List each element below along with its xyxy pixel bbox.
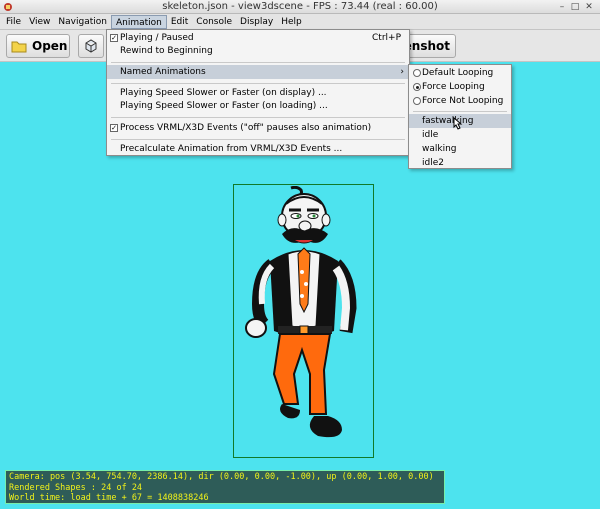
folder-icon — [11, 41, 27, 53]
menu-item-rewind[interactable]: Rewind to Beginning — [107, 44, 409, 58]
menu-help[interactable]: Help — [277, 15, 306, 29]
radio-icon[interactable] — [413, 97, 421, 105]
process-events-label: Process VRML/X3D Events ("off" pauses al… — [120, 123, 372, 133]
menu-navigation[interactable]: Navigation — [54, 15, 111, 29]
menu-bar: File View Navigation Animation Edit Cons… — [0, 14, 600, 30]
cube-view-button[interactable] — [78, 34, 104, 58]
menu-item-speed-display[interactable]: Playing Speed Slower or Faster (on displ… — [107, 86, 409, 100]
animation-item-walking[interactable]: walking — [409, 142, 511, 156]
loop-option-force-not[interactable]: Force Not Looping — [409, 94, 511, 108]
chevron-right-icon: › — [400, 67, 404, 77]
radio-icon[interactable] — [413, 69, 421, 77]
playing-paused-label: Playing / Paused — [120, 33, 194, 43]
character-model[interactable] — [236, 186, 372, 456]
menu-separator — [111, 62, 405, 63]
loop-option-label: Force Looping — [422, 82, 485, 92]
named-animations-label: Named Animations — [120, 67, 206, 77]
menu-separator — [111, 83, 405, 84]
checkbox-checked-icon[interactable]: ✓ — [110, 124, 118, 132]
world-time-readout: World time: load time + 67 = 1408838246 — [9, 493, 209, 503]
checkbox-checked-icon[interactable]: ✓ — [110, 34, 118, 42]
menu-item-process-events[interactable]: ✓ Process VRML/X3D Events ("off" pauses … — [107, 121, 409, 135]
title-bar: skeleton.json - view3dscene - FPS : 73.4… — [0, 0, 600, 14]
animation-menu: ✓ Playing / Paused Ctrl+P Rewind to Begi… — [106, 29, 410, 156]
loop-option-label: Force Not Looping — [422, 96, 504, 106]
menu-animation[interactable]: Animation — [110, 14, 167, 29]
menu-item-playing-paused[interactable]: ✓ Playing / Paused Ctrl+P — [107, 31, 409, 45]
window-title: skeleton.json - view3dscene - FPS : 73.4… — [162, 1, 438, 12]
menu-separator — [413, 111, 507, 112]
status-overlay: Camera: pos (3.54, 754.70, 2386.14), dir… — [5, 470, 445, 504]
cube-icon — [85, 39, 97, 53]
maximize-icon[interactable]: □ — [570, 2, 580, 12]
playing-paused-shortcut: Ctrl+P — [372, 33, 401, 43]
menu-console[interactable]: Console — [192, 15, 236, 29]
camera-readout: Camera: pos (3.54, 754.70, 2386.14), dir… — [9, 472, 434, 482]
loop-option-label: Default Looping — [422, 68, 494, 78]
animation-item-idle2[interactable]: idle2 — [409, 156, 511, 170]
radio-selected-icon[interactable] — [413, 83, 421, 91]
menu-item-named-animations[interactable]: Named Animations › — [107, 65, 409, 79]
close-icon[interactable]: ✕ — [584, 2, 594, 12]
menu-item-precalculate[interactable]: Precalculate Animation from VRML/X3D Eve… — [107, 142, 409, 156]
menu-separator — [111, 117, 405, 118]
cursor-icon — [453, 117, 463, 130]
menu-display[interactable]: Display — [236, 15, 277, 29]
menu-item-speed-loading[interactable]: Playing Speed Slower or Faster (on loadi… — [107, 99, 409, 113]
menu-edit[interactable]: Edit — [167, 15, 192, 29]
menu-file[interactable]: File — [2, 15, 25, 29]
open-label: Open — [32, 39, 68, 53]
menu-separator — [111, 139, 405, 140]
menu-view[interactable]: View — [25, 15, 54, 29]
rendered-shapes-readout: Rendered Shapes : 24 of 24 — [9, 482, 143, 493]
loop-option-default[interactable]: Default Looping — [409, 66, 511, 80]
open-button[interactable]: Open — [6, 34, 70, 58]
loop-option-force[interactable]: Force Looping — [409, 80, 511, 94]
minimize-icon[interactable]: – — [557, 2, 567, 12]
